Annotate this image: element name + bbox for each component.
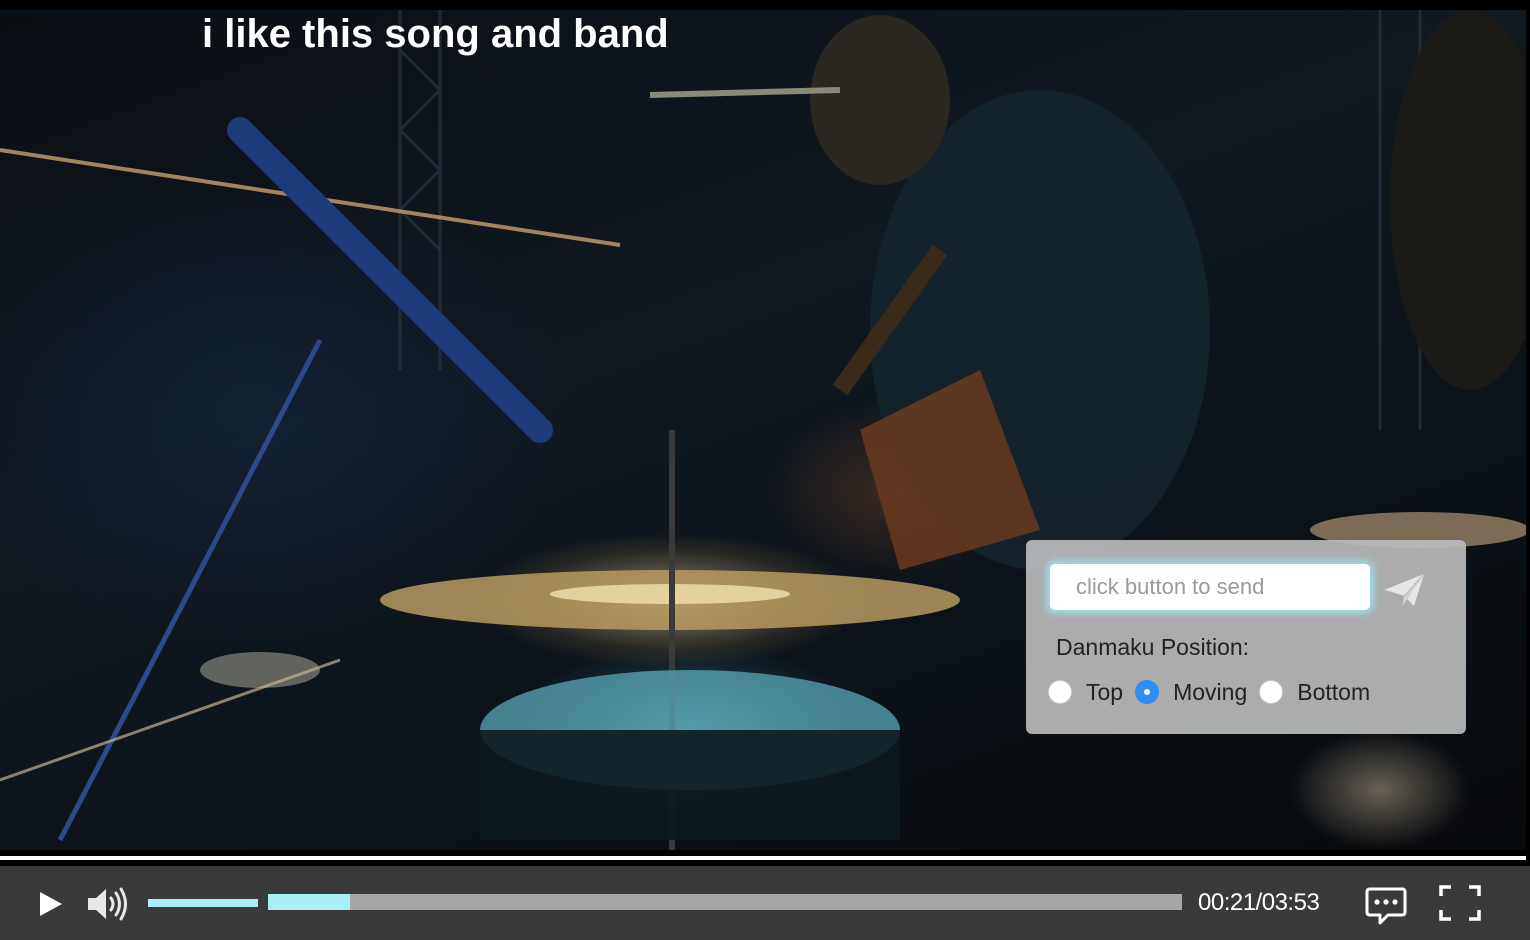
control-bar-divider <box>0 856 1526 860</box>
progress-bar[interactable] <box>268 894 1182 910</box>
radio-label-moving: Moving <box>1173 678 1248 705</box>
paper-plane-icon <box>1383 573 1425 606</box>
radio-option-bottom[interactable]: Bottom <box>1259 679 1370 706</box>
radio-option-moving[interactable]: Moving <box>1135 679 1247 706</box>
radio-top[interactable] <box>1048 680 1072 704</box>
chat-bubble-icon <box>1365 887 1407 925</box>
control-bar: 00:21/03:53 <box>0 866 1530 940</box>
play-button[interactable] <box>34 888 66 920</box>
radio-label-bottom: Bottom <box>1297 678 1371 705</box>
video-player: i like this song and band Danmaku Positi… <box>0 0 1530 940</box>
progress-played-fill <box>268 894 351 910</box>
danmaku-position-label: Danmaku Position: <box>1056 634 1250 660</box>
fullscreen-button[interactable] <box>1438 884 1482 922</box>
send-button[interactable] <box>1382 570 1428 610</box>
danmaku-send-panel: Danmaku Position: Top Moving Bottom <box>1026 540 1466 734</box>
radio-option-top[interactable]: Top <box>1048 679 1123 706</box>
volume-level-fill <box>148 899 258 907</box>
fullscreen-icon <box>1439 885 1481 921</box>
volume-slider[interactable] <box>148 896 258 910</box>
danmaku-input[interactable] <box>1050 564 1370 610</box>
radio-bottom[interactable] <box>1259 680 1284 704</box>
volume-button[interactable] <box>86 886 130 922</box>
time-readout: 00:21/03:53 <box>1198 889 1320 916</box>
danmaku-position-radio-group: Top Moving Bottom <box>1048 676 1382 708</box>
radio-moving[interactable] <box>1135 680 1160 704</box>
volume-icon <box>88 887 127 921</box>
danmaku-comment: i like this song and band <box>202 12 669 56</box>
danmaku-toggle-button[interactable] <box>1364 884 1408 928</box>
play-icon <box>40 892 62 916</box>
radio-label-top: Top <box>1086 678 1124 705</box>
